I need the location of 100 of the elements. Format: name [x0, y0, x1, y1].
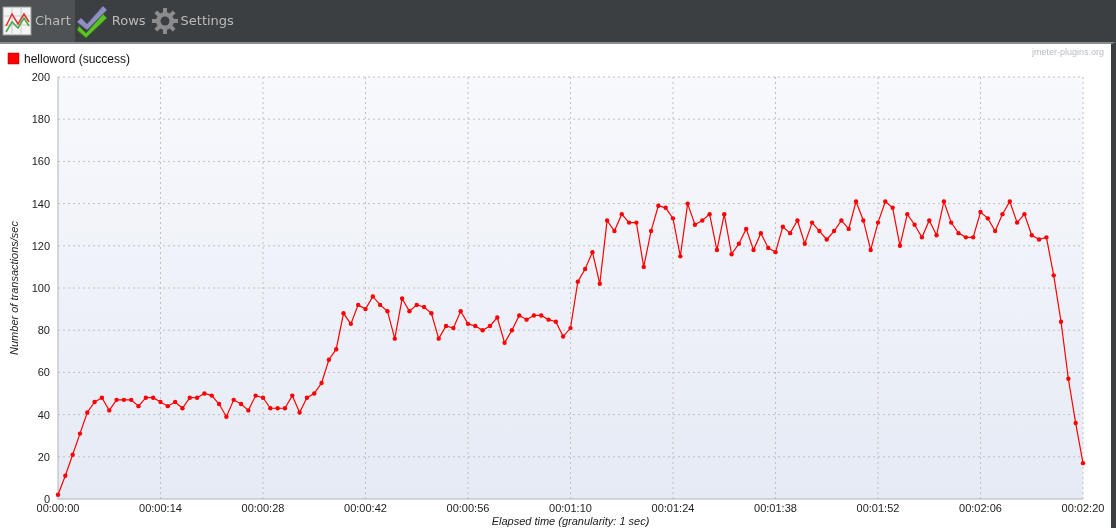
data-point [809, 220, 815, 225]
data-point [377, 302, 383, 308]
data-point [304, 395, 310, 400]
data-point [495, 315, 500, 320]
axis-tick-label: 00:01:38 [754, 502, 797, 514]
data-point [985, 216, 990, 221]
data-point [619, 211, 624, 217]
data-point [678, 254, 683, 259]
data-point [1058, 319, 1064, 324]
data-point [956, 230, 961, 236]
data-point [246, 408, 251, 413]
data-point [385, 309, 390, 314]
data-point [875, 220, 881, 225]
data-point [700, 218, 705, 223]
data-point [1044, 235, 1049, 240]
axis-tick-label: 00:00:56 [446, 502, 490, 514]
data-point [216, 401, 222, 407]
data-point [861, 218, 866, 223]
data-point [407, 309, 412, 314]
data-point [714, 247, 720, 253]
data-point [202, 391, 207, 396]
data-point [853, 199, 859, 204]
data-point [897, 243, 903, 248]
data-point [180, 406, 185, 411]
axis-tick-label: 00:02:06 [959, 502, 1002, 514]
axis-tick-label: 80 [37, 324, 50, 337]
data-point [992, 228, 998, 234]
axis-tick-label: 00:00:00 [36, 502, 80, 514]
data-point [85, 410, 90, 415]
data-point [978, 209, 983, 215]
data-point [685, 201, 690, 206]
data-point [1007, 199, 1012, 204]
data-point [473, 323, 478, 329]
data-point [839, 218, 844, 223]
data-point [312, 391, 317, 396]
data-point [356, 302, 361, 308]
data-point [143, 395, 149, 400]
data-point [941, 199, 947, 204]
data-point [641, 264, 646, 270]
data-point [392, 336, 397, 341]
data-point [451, 325, 456, 331]
data-point [129, 397, 134, 403]
tab[interactable]: Chart [0, 0, 75, 42]
data-point [443, 323, 449, 329]
axis-tick-label: 40 [37, 408, 50, 421]
data-point [326, 357, 332, 362]
data-point [487, 323, 493, 329]
data-point [890, 205, 895, 210]
data-point [582, 266, 588, 272]
data-point [787, 230, 793, 236]
data-point [1022, 211, 1027, 217]
data-point [802, 241, 807, 246]
data-point [824, 237, 829, 242]
axis-tick-label: 60 [37, 366, 50, 379]
data-point [165, 403, 170, 409]
axis-tick-label: 00:00:14 [139, 502, 182, 514]
data-point [634, 220, 639, 225]
data-point [934, 233, 939, 238]
axis-tick-label: 0 [43, 493, 50, 505]
axis-tick-label: 00:01:52 [856, 502, 900, 514]
data-point [480, 328, 485, 333]
data-point [626, 220, 632, 225]
data-point [231, 397, 236, 403]
data-point [341, 311, 346, 316]
data-point [568, 325, 573, 331]
data-point [509, 328, 515, 333]
data-point [136, 403, 141, 409]
data-point [546, 317, 551, 322]
data-point [971, 235, 976, 240]
data-point [517, 313, 522, 318]
data-point [1066, 376, 1071, 381]
tab[interactable]: Rows [74, 0, 150, 42]
data-point [780, 224, 785, 229]
data-point [458, 309, 463, 314]
data-point [539, 313, 544, 318]
data-point [707, 211, 712, 217]
data-point [70, 452, 75, 457]
data-point [158, 399, 163, 405]
axis-tick-label: 100 [31, 282, 50, 294]
tab[interactable]: Settings [149, 0, 238, 42]
data-point [421, 304, 427, 310]
data-point [429, 311, 434, 316]
data-point [846, 226, 851, 232]
data-point [905, 211, 910, 217]
axis-tick-label: 00:00:42 [344, 502, 387, 514]
data-point [553, 319, 559, 324]
y-axis-title: Number of transactions/sec [8, 221, 20, 355]
data-point [751, 247, 756, 253]
data-point [868, 247, 873, 253]
data-point [758, 230, 764, 236]
data-point [883, 199, 888, 204]
data-point [1036, 237, 1042, 242]
axis-tick-label: 200 [31, 71, 50, 83]
axis-tick-label: 00:02:20 [1061, 502, 1105, 514]
data-point [1000, 211, 1005, 217]
data-point [817, 228, 822, 234]
data-point [524, 317, 529, 322]
axis-tick-label: 140 [31, 197, 50, 210]
data-point [282, 406, 288, 411]
data-point [692, 222, 698, 227]
